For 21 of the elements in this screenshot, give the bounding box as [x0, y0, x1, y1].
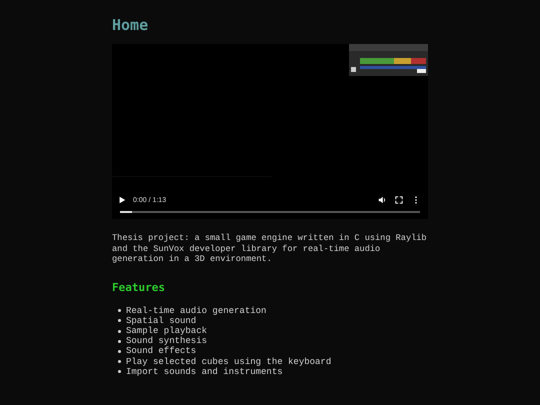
- play-icon[interactable]: [118, 196, 126, 204]
- feature-item: Import sounds and instruments: [126, 366, 283, 377]
- bullet-icon: [118, 340, 121, 343]
- feature-item: Real-time audio generation: [126, 306, 266, 316]
- feature-item: Sound effects: [126, 346, 196, 357]
- bullet-icon: [118, 350, 121, 353]
- bullet-icon: [118, 309, 121, 312]
- more-icon[interactable]: [412, 196, 420, 204]
- feature-item: Play selected cubes using the keyboard: [126, 356, 332, 367]
- page-title: Home: [112, 16, 150, 35]
- bullet-icon: [118, 370, 121, 374]
- feature-item: Spatial sound: [126, 316, 196, 326]
- description: Thesis project: a small game engine written in C using Raylib and the SunVox developer library for real-time audio generation in a 3D environment.: [112, 233, 428, 264]
- bullet-icon: [118, 360, 121, 364]
- volume-icon[interactable]: [378, 196, 386, 204]
- bullet-icon: [118, 319, 121, 322]
- feature-item: Sample playback: [126, 326, 208, 336]
- feature-item: Sound synthesis: [126, 336, 208, 346]
- fullscreen-icon[interactable]: [395, 196, 403, 204]
- section-heading: Features: [112, 280, 166, 294]
- bullet-icon: [118, 330, 121, 332]
